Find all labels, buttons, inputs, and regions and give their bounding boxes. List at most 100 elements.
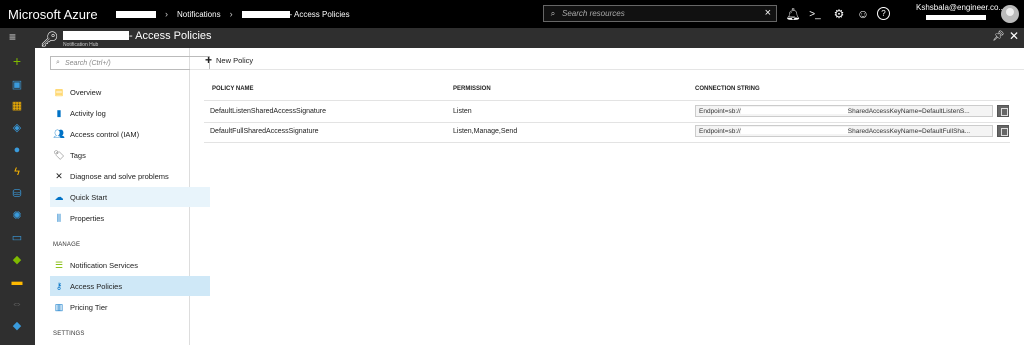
redacted-namespace [740, 107, 848, 114]
pin-icon[interactable]: 📌︎ [992, 31, 1005, 42]
virtual-machines-icon[interactable]: ▭ [9, 231, 25, 245]
resource-menu: ⌕ Search (Ctrl+/) ▤ Overview ▮ Activity … [35, 48, 210, 345]
policy-permission: Listen,Manage,Send [453, 128, 518, 135]
bell-icon[interactable]: 🔔︎ [784, 5, 802, 23]
all-resources-icon[interactable]: ▦ [9, 99, 25, 113]
menu-item-label: Activity log [70, 108, 106, 118]
plus-icon: + [205, 53, 213, 67]
section-settings: SETTINGS [53, 331, 85, 337]
active-directory-icon[interactable]: ◆ [9, 319, 25, 333]
menu-item-label: Properties [70, 213, 105, 223]
overview-icon: ▤ [54, 86, 64, 97]
menu-item-label: Notification Services [70, 260, 138, 270]
new-policy-button[interactable]: + New Policy [205, 53, 253, 67]
menu-search-placeholder: Search (Ctrl+/) [65, 59, 111, 67]
redacted-directory [926, 15, 986, 20]
redacted-crumb [241, 10, 290, 18]
close-icon[interactable]: ✕ [1009, 29, 1019, 43]
menu-item-tags[interactable]: 🏷︎ Tags [50, 145, 210, 165]
virtual-network-icon[interactable]: ⇔ [9, 297, 25, 311]
key-icon: 🔑︎ [40, 31, 60, 48]
quickstart-icon: ☁ [54, 191, 64, 202]
menu-item-label: Diagnose and solve problems [70, 171, 169, 181]
activity-log-icon: ▮ [56, 107, 62, 118]
connection-string-suffix: SharedAccessKeyName=DefaultListenS... [847, 108, 970, 115]
chevron-right-icon: › [165, 9, 168, 19]
menu-item-activity-log[interactable]: ▮ Activity log [50, 103, 210, 123]
brand-title[interactable]: Microsoft Azure [0, 7, 100, 22]
menu-item-label: Pricing Tier [70, 302, 108, 312]
smiley-icon[interactable]: ☺ [854, 5, 872, 23]
column-header-policy-name: POLICY NAME [212, 86, 254, 92]
crumb-access-policies[interactable]: - Access Policies [290, 10, 350, 19]
menu-item-properties[interactable]: ⫼ Properties [50, 208, 210, 228]
app-services-icon[interactable]: ● [9, 143, 25, 157]
search-icon: ⌕ [550, 8, 556, 18]
tag-icon: 🏷︎ [53, 149, 65, 160]
menu-item-diagnose[interactable]: ✕ Diagnose and solve problems [50, 166, 210, 186]
new-policy-label: New Policy [216, 55, 254, 65]
breadcrumb: › Notifications › - Access Policies [100, 9, 350, 19]
menu-item-label: Quick Start [70, 192, 108, 202]
copy-icon[interactable] [997, 125, 1009, 137]
page-title-text: - Access Policies [129, 30, 212, 42]
blade-header: ≡ 🔑︎ - Access Policies Notification Hub … [0, 28, 1024, 48]
menu-item-pricing-tier[interactable]: ▥ Pricing Tier [50, 297, 210, 317]
wrench-icon: ✕ [55, 170, 63, 181]
menu-item-label: Overview [70, 87, 102, 97]
menu-item-notification-services[interactable]: ☰ Notification Services [50, 255, 210, 275]
properties-icon: ⫼ [56, 212, 62, 223]
search-placeholder: Search resources [562, 9, 625, 18]
help-icon[interactable]: ? [877, 7, 890, 20]
redacted-hub-name [63, 31, 129, 40]
menu-search-input[interactable]: ⌕ Search (Ctrl+/) [50, 56, 210, 70]
menu-item-label: Tags [70, 150, 86, 160]
account-menu[interactable]: Kshsbala@engineer.co... [916, 3, 1006, 20]
left-rail: + ▣ ▦ ◈ ● ϟ ⛁ ✺ ▭ ◆ ▬ ⇔ ◆ [0, 48, 35, 345]
search-icon: ⌕ [56, 59, 60, 66]
iam-icon: 👥︎ [53, 128, 65, 139]
storage-icon[interactable]: ▬ [9, 275, 25, 289]
connection-string-field[interactable]: Endpoint=sb:// SharedAccessKeyName=Defaul… [695, 125, 993, 137]
cosmos-db-icon[interactable]: ✺ [9, 209, 25, 223]
top-bar: Microsoft Azure › Notifications › - Acce… [0, 0, 1024, 28]
avatar[interactable] [1001, 5, 1019, 23]
sql-database-icon[interactable]: ⛁ [9, 187, 25, 201]
connection-string-prefix: Endpoint=sb:// [699, 128, 741, 135]
dashboard-icon[interactable]: ▣ [9, 78, 25, 92]
section-manage: MANAGE [53, 242, 81, 248]
policy-name[interactable]: DefaultListenSharedAccessSignature [210, 108, 326, 115]
redacted-namespace [740, 127, 848, 134]
table-divider [204, 142, 1010, 143]
pricing-tier-icon: ▥ [54, 301, 64, 312]
column-header-connection-string: CONNECTION STRING [695, 86, 760, 92]
load-balancer-icon[interactable]: ◆ [9, 253, 25, 267]
resource-groups-icon[interactable]: ◈ [9, 121, 25, 135]
table-divider [204, 100, 1010, 101]
account-email: Kshsbala@engineer.co... [916, 3, 1006, 12]
search-input[interactable]: ⌕ Search resources × [543, 5, 777, 22]
notification-services-icon: ☰ [54, 259, 64, 270]
menu-item-iam[interactable]: 👥︎ Access control (IAM) [50, 124, 210, 144]
menu-item-label: Access control (IAM) [70, 129, 140, 139]
policy-permission: Listen [453, 108, 472, 115]
copy-icon[interactable] [997, 105, 1009, 117]
function-apps-icon[interactable]: ϟ [9, 165, 25, 179]
toolbar: + New Policy [190, 48, 1024, 70]
connection-string-suffix: SharedAccessKeyName=DefaultFullSha... [847, 128, 971, 135]
gear-icon[interactable]: ⚙ [830, 5, 848, 23]
cloud-shell-icon[interactable]: >_ [806, 5, 824, 23]
crumb-notifications[interactable]: Notifications [177, 10, 221, 19]
main-content: + New Policy POLICY NAME PERMISSION CONN… [190, 48, 1024, 345]
hamburger-icon[interactable]: ≡ [9, 30, 16, 44]
close-icon[interactable]: × [765, 7, 771, 19]
menu-item-quick-start[interactable]: ☁ Quick Start [50, 187, 210, 207]
connection-string-prefix: Endpoint=sb:// [699, 108, 741, 115]
menu-item-access-policies[interactable]: ⚷ Access Policies [50, 276, 210, 296]
menu-item-overview[interactable]: ▤ Overview [50, 82, 210, 102]
page-title: - Access Policies [63, 30, 212, 42]
create-resource-icon[interactable]: + [9, 54, 25, 68]
connection-string-field[interactable]: Endpoint=sb:// SharedAccessKeyName=Defaul… [695, 105, 993, 117]
redacted-crumb [116, 10, 156, 18]
policy-name[interactable]: DefaultFullSharedAccessSignature [210, 128, 319, 135]
